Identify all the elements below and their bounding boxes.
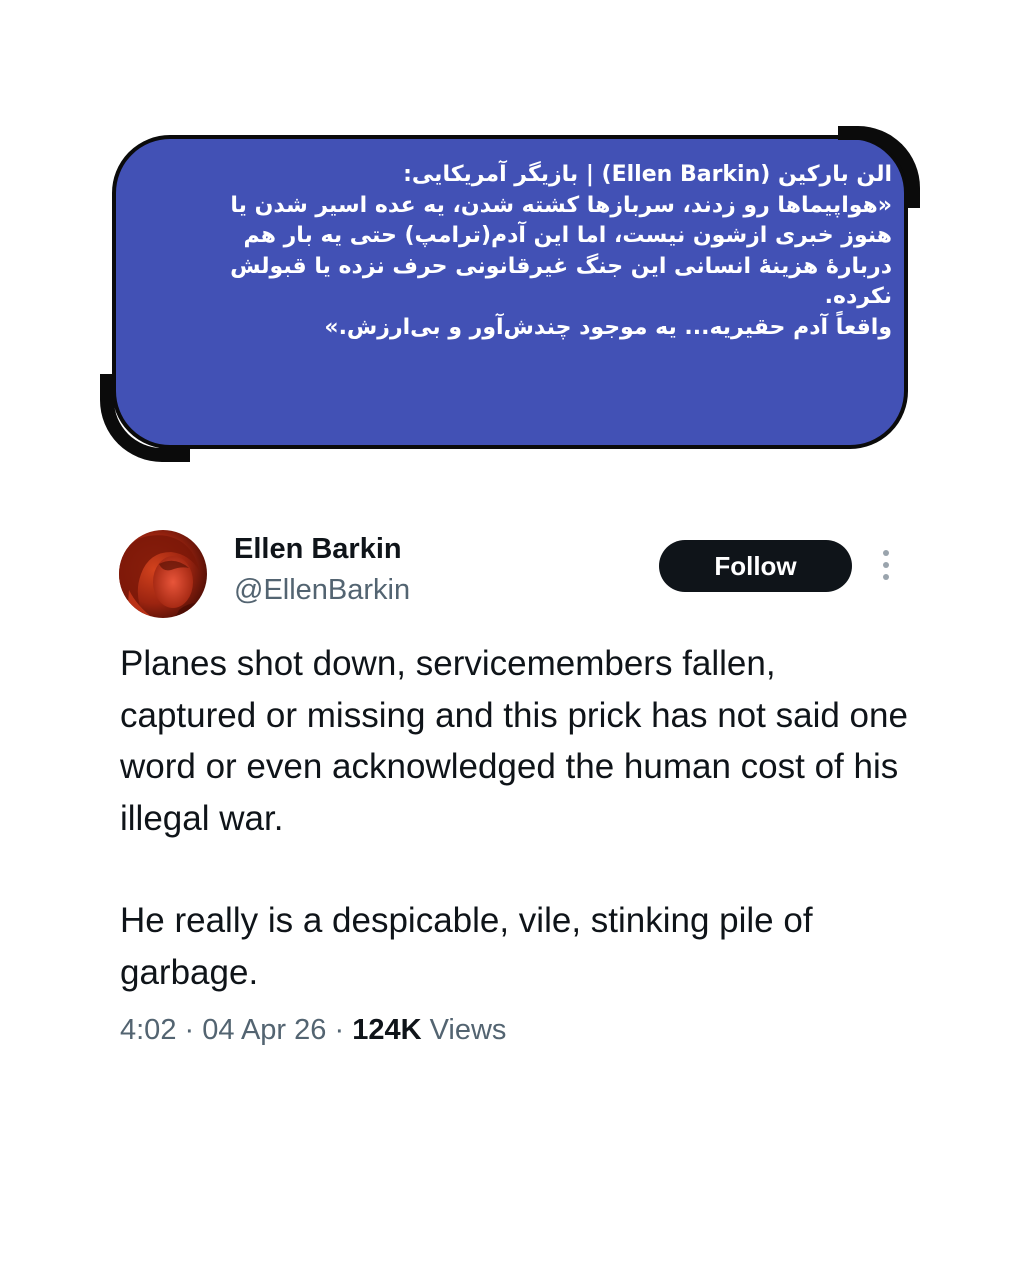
translation-line: نکرده. (824, 284, 892, 309)
tweet-date[interactable]: 04 Apr 26 (202, 1014, 326, 1046)
translation-line: «هواپیماها رو زدند، سربازها کشته شدن، یه… (230, 192, 892, 218)
tweet-meta: 4:02 · 04 Apr 26 · 124K Views (120, 1014, 506, 1047)
tweet-text: Planes shot down, servicemembers fallen,… (120, 638, 910, 998)
translation-line: دربارهٔ هزینهٔ انسانی این جنگ غیرقانونی … (230, 253, 892, 279)
translation-text: الن بارکین (Ellen Barkin) | بازیگر آمریک… (126, 160, 892, 343)
card-corner-bracket-bottom-left (100, 374, 190, 462)
meta-separator: · (334, 1014, 345, 1046)
translation-line: هنوز خبری ازشون نیست، اما این آدم(ترامپ)… (243, 223, 892, 248)
translation-line: الن بارکین (Ellen Barkin) | بازیگر آمریک… (403, 162, 892, 187)
more-vertical-icon[interactable] (877, 548, 895, 582)
user-handle[interactable]: @EllenBarkin (234, 574, 410, 607)
translation-line: واقعاً آدم حقیریه... یه موجود چندش‌آور و… (324, 314, 892, 340)
meta-separator: · (184, 1014, 195, 1046)
views-label: Views (429, 1014, 507, 1046)
avatar[interactable] (119, 530, 207, 618)
avatar-image (119, 530, 207, 618)
tweet-time[interactable]: 4:02 (120, 1014, 176, 1046)
follow-button[interactable]: Follow (659, 540, 852, 592)
display-name[interactable]: Ellen Barkin (234, 533, 402, 566)
views-count: 124K (352, 1014, 422, 1046)
tweet-paragraph: He really is a despicable, vile, stinkin… (120, 901, 813, 992)
tweet-paragraph: Planes shot down, servicemembers fallen,… (120, 644, 908, 838)
